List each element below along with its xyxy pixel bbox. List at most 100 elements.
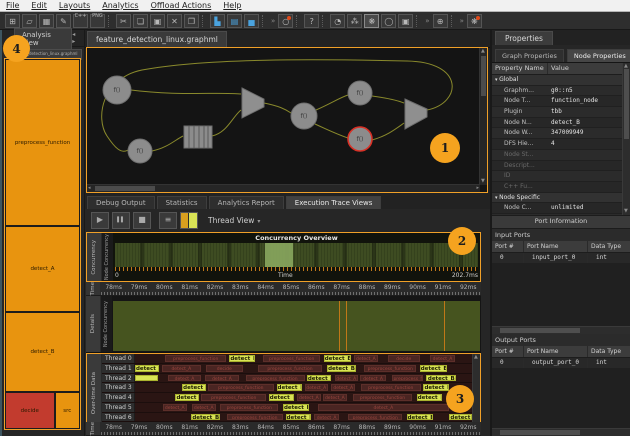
run-trace-icon[interactable]: ❋ (467, 14, 482, 28)
output-port-row[interactable]: 0output_port_0int (492, 358, 630, 369)
view-mode-dropdown[interactable]: Thread View▾ (208, 216, 260, 225)
open-file-icon[interactable]: ▱ (22, 14, 37, 28)
trace-segment[interactable]: preprocess_function (353, 394, 412, 401)
property-row[interactable]: Node N...detect_B (492, 118, 623, 129)
analytics-chart-icon[interactable]: ▙ (210, 14, 225, 28)
trace-segment[interactable]: decide (206, 365, 243, 372)
delete-icon[interactable]: ✕ (167, 14, 182, 28)
trace-segment[interactable]: detect_A (163, 404, 187, 411)
overflow-chevron-icon[interactable]: » (271, 17, 275, 25)
trace-segment-highlight[interactable]: detect_B (135, 365, 159, 372)
concurrency-strip[interactable]: Concurrency (87, 233, 102, 281)
trace-segment-highlight[interactable]: detect_B (420, 365, 447, 372)
treemap-block-src[interactable]: src (55, 392, 81, 429)
property-row[interactable]: Node T...function_node (492, 96, 623, 107)
flow-graph[interactable]: f() f() f() f() f() (87, 48, 487, 185)
trace-segment-highlight[interactable] (135, 375, 158, 382)
join-node-2[interactable] (405, 99, 427, 129)
legend-icon[interactable] (180, 212, 198, 229)
trace-segment[interactable]: preprocess_function (165, 355, 226, 362)
trace-segment[interactable]: preprocess_function (361, 384, 421, 391)
property-row[interactable]: Node St... (492, 150, 623, 161)
properties-scrollbar[interactable]: ▲ ▼ (622, 63, 630, 215)
trace-segment-highlight[interactable]: detect_B (423, 384, 448, 391)
treemap-block-detect_B[interactable]: detect_B (5, 312, 80, 393)
property-row[interactable]: Node C...unlimited (492, 203, 623, 214)
stop-button[interactable]: ■ (133, 212, 151, 229)
trace-segment-highlight[interactable]: detect_B (269, 394, 294, 401)
help-icon[interactable]: ? (304, 14, 319, 28)
group-by-icon[interactable]: ≡ (159, 212, 177, 229)
property-row[interactable]: DFS Hie...4 (492, 139, 623, 150)
tab-scroll-arrows[interactable]: ◂ ▸ (72, 31, 84, 45)
over-time-strip[interactable]: Over-time Data (87, 354, 102, 432)
trace-segment[interactable]: detect_A (335, 375, 359, 382)
tab-execution-trace-views[interactable]: Execution Trace Views (286, 196, 382, 209)
layout-circular-icon[interactable]: ◔ (330, 14, 345, 28)
trace-segment[interactable]: detect_A (297, 394, 321, 401)
trace-segment[interactable]: preprocess_function (220, 404, 278, 411)
report-icon[interactable]: ▤ (227, 14, 242, 28)
time-strip[interactable]: Time (86, 282, 101, 295)
property-row[interactable]: Graphm...g0::n5 (492, 86, 623, 97)
tab-debug-output[interactable]: Debug Output (87, 196, 155, 209)
trace-segment[interactable]: detect_A (168, 375, 202, 382)
menu-offload-actions[interactable]: Offload Actions (145, 1, 218, 10)
trace-segment-highlight[interactable]: detect_B (283, 404, 309, 411)
trace-segment[interactable]: preprocess_function (201, 394, 266, 401)
trace-segment-highlight[interactable]: detect_B (449, 414, 472, 421)
time-strip-bottom[interactable]: Time (86, 422, 101, 435)
graph-vertical-scrollbar[interactable]: ▲ ▼ (479, 48, 487, 185)
window-icon[interactable]: ❐ (184, 14, 199, 28)
trace-segment-highlight[interactable]: detect_B (175, 394, 199, 401)
tab-properties[interactable]: Properties (495, 31, 553, 45)
trace-segment[interactable]: preprocess_function (208, 384, 273, 391)
trace-segment[interactable]: detect_A (430, 355, 455, 362)
trace-segment-highlight[interactable]: detect_B (307, 375, 332, 382)
treemap-block-preprocess_function[interactable]: preprocess_function (5, 59, 80, 226)
layout-force-icon[interactable]: ❋ (364, 14, 379, 28)
trace-segment-highlight[interactable]: detect_B (191, 414, 220, 421)
trace-segment[interactable]: detect_A (318, 404, 449, 411)
trace-segment-highlight[interactable]: detect_B (327, 365, 356, 372)
trace-segment[interactable]: detect_A (192, 404, 216, 411)
trace-segment[interactable]: detect_A (205, 375, 239, 382)
search-critical-path-icon[interactable]: ○ (278, 14, 293, 28)
trace-segment[interactable]: preprocess_function (258, 365, 322, 372)
trace-segment-highlight[interactable]: detect_B (182, 384, 206, 391)
trace-segment[interactable]: detect_A (305, 384, 329, 391)
threads-scrollbar[interactable]: ▲ ▼ (472, 354, 480, 432)
pause-button[interactable]: ▌▌ (112, 212, 130, 229)
tab-statistics[interactable]: Statistics (157, 196, 207, 209)
menu-layouts[interactable]: Layouts (53, 1, 96, 10)
trace-segment[interactable]: detect_A (331, 384, 355, 391)
copy-icon[interactable]: ❏ (133, 14, 148, 28)
trace-segment-highlight[interactable]: detect_B (407, 414, 433, 421)
output-ports-hscrollbar[interactable] (492, 428, 630, 436)
trace-segment[interactable]: preprocess_function (263, 355, 320, 362)
graph-horizontal-scrollbar[interactable]: ◂ ▸ (87, 184, 480, 192)
treemap-block-detect_A[interactable]: detect_A (5, 226, 80, 311)
property-row[interactable]: Descript... (492, 161, 623, 172)
tab-node-properties[interactable]: Node Properties (567, 49, 630, 62)
play-button[interactable]: ▶ (91, 212, 109, 229)
treemap-block-decide[interactable]: decide (5, 392, 55, 429)
join-node-1[interactable] (242, 88, 264, 118)
new-file-icon[interactable]: ⊞ (5, 14, 20, 28)
property-row[interactable]: Node Specific (492, 193, 623, 204)
tab-graphml-document[interactable]: feature_detection_linux.graphml (87, 31, 227, 47)
trace-segment[interactable]: preprocess_function (392, 375, 423, 382)
input-ports-hscrollbar[interactable] (492, 326, 630, 334)
overview-selection-window[interactable] (265, 243, 293, 267)
trace-segment[interactable]: preprocess_function (348, 414, 402, 421)
property-row[interactable]: Buffer P...queueing (492, 214, 623, 215)
trace-segment-highlight[interactable]: detect_B (286, 414, 311, 421)
menu-analytics[interactable]: Analytics (96, 1, 144, 10)
overflow-chevron-icon[interactable]: » (460, 17, 464, 25)
trace-segment[interactable]: detect_A (360, 375, 385, 382)
trace-segment[interactable]: decide (388, 355, 420, 362)
tab-graph-properties[interactable]: Graph Properties (495, 49, 564, 62)
details-strip[interactable]: Details (86, 296, 101, 352)
input-port-row[interactable]: 0input_port_0int (492, 253, 630, 264)
property-row[interactable]: ID (492, 171, 623, 182)
